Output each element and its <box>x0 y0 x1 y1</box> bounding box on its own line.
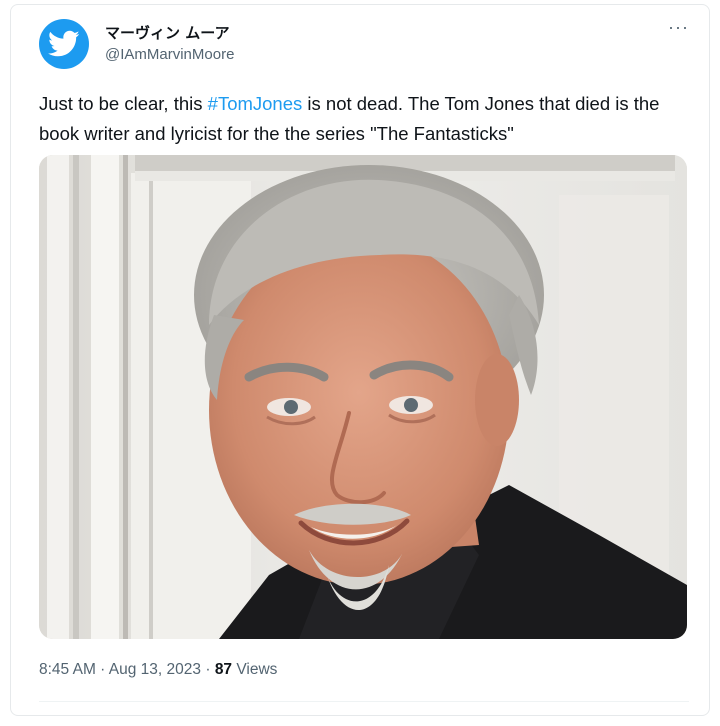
tweet-card: マーヴィン ムーア @IAmMarvinMoore ··· Just to be… <box>10 4 710 716</box>
tweet-text-before: Just to be clear, this <box>39 93 208 114</box>
author-handle[interactable]: @IAmMarvinMoore <box>105 44 234 66</box>
tweet-time[interactable]: 8:45 AM <box>39 661 96 678</box>
avatar[interactable] <box>39 19 89 69</box>
hashtag-link[interactable]: #TomJones <box>208 93 303 114</box>
portrait-photo <box>39 155 687 639</box>
meta-separator: · <box>201 661 215 678</box>
views-label: Views <box>232 661 278 678</box>
tweet-photo[interactable] <box>39 155 687 639</box>
author-display-name[interactable]: マーヴィン ムーア <box>105 23 234 43</box>
tweet-text: Just to be clear, this #TomJones is not … <box>39 89 699 149</box>
divider <box>39 701 689 702</box>
views-count: 87 <box>214 661 233 678</box>
ellipsis-icon[interactable]: ··· <box>668 18 689 36</box>
meta-separator: · <box>95 661 109 678</box>
twitter-bird-icon <box>48 30 80 57</box>
tweet-header: マーヴィン ムーア @IAmMarvinMoore ··· <box>39 18 689 71</box>
tweet-meta: 8:45 AM · Aug 13, 2023 · 87 Views <box>39 661 277 679</box>
author-names: マーヴィン ムーア @IAmMarvinMoore <box>105 23 234 66</box>
tweet-date[interactable]: Aug 13, 2023 <box>109 661 201 678</box>
